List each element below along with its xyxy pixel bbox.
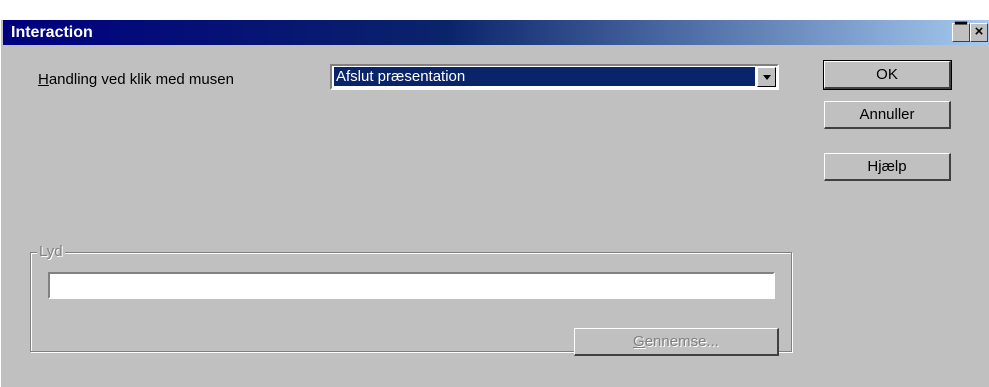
action-label: Handling ved klik med musen: [38, 71, 234, 88]
browse-button[interactable]: Gennemse...: [574, 328, 779, 356]
ok-button[interactable]: OK: [823, 60, 952, 90]
close-icon[interactable]: ×: [970, 23, 988, 42]
action-selected-value: Afslut præsentation: [334, 67, 755, 86]
help-button[interactable]: Hjælp: [824, 153, 951, 181]
chevron-down-icon[interactable]: [757, 67, 776, 87]
window-title: Interaction: [11, 24, 93, 41]
maximize-icon[interactable]: ▔: [952, 23, 970, 42]
sound-group-label: Lyd: [37, 243, 65, 260]
title-bar[interactable]: Interaction ▔ ×: [3, 20, 989, 45]
cancel-button[interactable]: Annuller: [824, 101, 951, 129]
sound-path-field[interactable]: [48, 272, 775, 299]
action-dropdown[interactable]: Afslut præsentation: [330, 64, 779, 90]
interaction-dialog: Interaction ▔ × Handling ved klik med mu…: [0, 19, 989, 387]
